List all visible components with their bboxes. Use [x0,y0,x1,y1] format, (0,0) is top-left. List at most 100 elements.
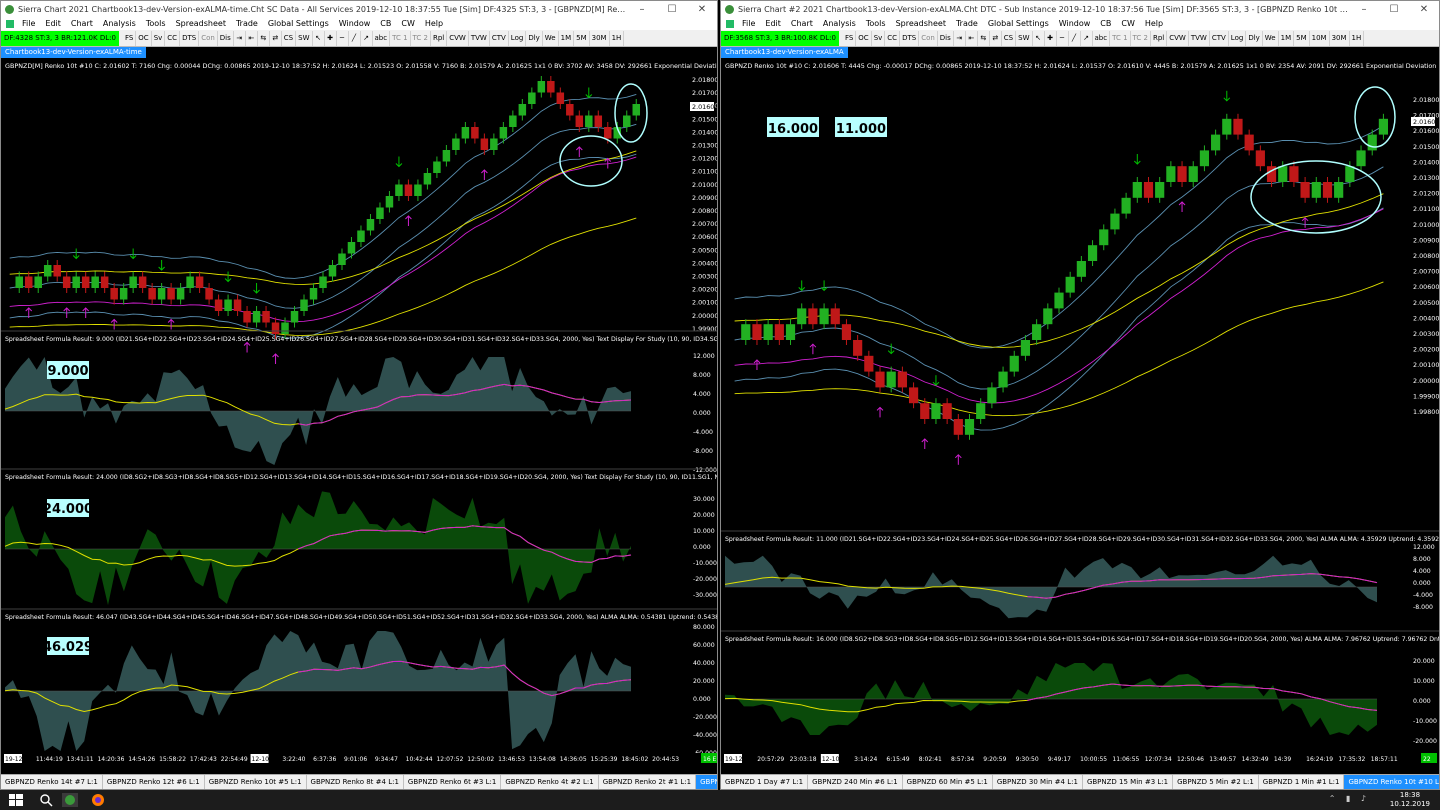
taskbar-clock[interactable]: 18:38 10.12.2019 [1390,791,1430,809]
toolbar-button-9[interactable]: ⇆ [258,30,270,46]
menu-chart[interactable]: Chart [786,19,818,28]
toolbar-button-30[interactable]: 10M [1310,30,1330,46]
menu-trade[interactable]: Trade [951,19,983,28]
close-icon[interactable]: ✕ [687,4,717,15]
windows-start-icon[interactable] [8,793,24,807]
toolbar-button-1[interactable]: OC [856,30,872,46]
toolbar-button-21[interactable]: Rpl [431,30,448,46]
firefox-icon[interactable] [90,793,106,807]
toolbar-button-1[interactable]: OC [136,30,152,46]
toolbar-button-16[interactable]: ╱ [1069,30,1081,46]
toolbar-button-0[interactable]: FS [843,30,857,46]
toolbar-button-19[interactable]: TC 1 [390,30,411,46]
toolbar-button-25[interactable]: Log [1229,30,1247,46]
chart-tab[interactable]: GBPNZD Renko 14t #7 L:1 [1,775,103,789]
menu-edit[interactable]: Edit [760,19,786,28]
close-icon[interactable]: ✕ [1409,4,1439,15]
menu-spreadsheet[interactable]: Spreadsheet [171,19,231,28]
toolbar-button-5[interactable]: Con [919,30,938,46]
menu-chart[interactable]: Chart [66,19,98,28]
chart-tab[interactable]: GBPNZD Renko 8t #4 L:1 [307,775,404,789]
toolbar-button-17[interactable]: ↗ [1081,30,1093,46]
chart-tab[interactable]: GBPNZD Renko 4t #2 L:1 [501,775,599,789]
toolbar-button-28[interactable]: 1M [1279,30,1295,46]
toolbar-button-5[interactable]: Con [199,30,218,46]
menu-help[interactable]: Help [420,19,448,28]
chart-tab[interactable]: GBPNZD 1 Day #7 L:1 [721,775,809,789]
menu-cb[interactable]: CB [375,19,396,28]
menu-help[interactable]: Help [1140,19,1168,28]
toolbar-button-3[interactable]: CC [885,30,901,46]
toolbar-button-6[interactable]: Dis [218,30,234,46]
menu-edit[interactable]: Edit [40,19,66,28]
maximize-icon[interactable]: ☐ [657,4,687,15]
chart-tab[interactable]: GBPNZD Renko 10t #10 L:1 [696,775,717,789]
toolbar-button-25[interactable]: Log [509,30,527,46]
toolbar-button-15[interactable]: ─ [1057,30,1069,46]
toolbar-button-23[interactable]: TVW [469,30,490,46]
minimize-icon[interactable]: – [1349,4,1379,15]
menu-spreadsheet[interactable]: Spreadsheet [891,19,951,28]
toolbar-button-4[interactable]: DTS [900,30,920,46]
toolbar-button-18[interactable]: abc [1093,30,1111,46]
toolbar-button-12[interactable]: SW [1016,30,1033,46]
toolbar-button-27[interactable]: We [543,30,559,46]
left-chart-canvas[interactable]: GBPNZD[M] Renko 10t #10 C: 2.01602 T: 71… [1,59,717,776]
chart-tab[interactable]: GBPNZD 5 Min #2 L:1 [1173,775,1259,789]
toolbar-button-28[interactable]: 1M [559,30,575,46]
menu-analysis[interactable]: Analysis [818,19,861,28]
chart-tab[interactable]: GBPNZD 30 Min #4 L:1 [993,775,1083,789]
toolbar-button-13[interactable]: ↖ [313,30,325,46]
minimize-icon[interactable]: – [627,4,657,15]
toolbar-button-2[interactable]: Sv [872,30,886,46]
menu-cw[interactable]: CW [1116,19,1140,28]
search-icon[interactable] [38,793,54,807]
menu-window[interactable]: Window [334,19,376,28]
menu-cw[interactable]: CW [396,19,420,28]
toolbar-button-30[interactable]: 30M [590,30,610,46]
menu-global-settings[interactable]: Global Settings [983,19,1054,28]
toolbar-button-13[interactable]: ↖ [1033,30,1045,46]
toolbar-button-9[interactable]: ⇆ [978,30,990,46]
left-title-bar[interactable]: Sierra Chart 2021 Chartbook13-dev-Versio… [1,1,717,17]
toolbar-button-12[interactable]: SW [296,30,313,46]
left-chartbook-tab[interactable]: Chartbook13-dev-Version-exALMA-time [1,47,146,58]
toolbar-button-26[interactable]: Dly [1246,30,1263,46]
toolbar-button-8[interactable]: ⇤ [246,30,258,46]
toolbar-button-15[interactable]: ─ [337,30,349,46]
toolbar-button-14[interactable]: ✚ [325,30,337,46]
toolbar-button-2[interactable]: Sv [152,30,166,46]
right-chart-canvas[interactable]: GBPNZD Renko 10t #10 C: 2.01606 T: 4445 … [721,59,1439,776]
menu-tools[interactable]: Tools [141,19,171,28]
toolbar-button-31[interactable]: 1H [610,30,625,46]
chart-tab[interactable]: GBPNZD Renko 12t #6 L:1 [103,775,205,789]
toolbar-button-10[interactable]: ⇄ [270,30,282,46]
toolbar-button-7[interactable]: ⇥ [234,30,246,46]
toolbar-button-17[interactable]: ↗ [361,30,373,46]
sierra-chart-taskbar-icon[interactable] [62,793,78,807]
toolbar-button-0[interactable]: FS [123,30,137,46]
right-chartbook-tab[interactable]: Chartbook13-dev-Version-exALMA [721,47,848,58]
toolbar-button-11[interactable]: CS [282,30,297,46]
toolbar-button-6[interactable]: Dis [938,30,954,46]
toolbar-button-18[interactable]: abc [373,30,391,46]
chart-tab[interactable]: GBPNZD 60 Min #5 L:1 [903,775,993,789]
chart-tab[interactable]: GBPNZD 15 Min #3 L:1 [1083,775,1174,789]
menu-trade[interactable]: Trade [231,19,263,28]
toolbar-button-11[interactable]: CS [1002,30,1017,46]
toolbar-button-16[interactable]: ╱ [349,30,361,46]
toolbar-button-22[interactable]: CVW [1167,30,1189,46]
toolbar-button-23[interactable]: TVW [1189,30,1210,46]
chart-tab[interactable]: GBPNZD Renko 10t #5 L:1 [205,775,307,789]
toolbar-button-32[interactable]: 1H [1350,30,1365,46]
toolbar-button-29[interactable]: 5M [1294,30,1310,46]
toolbar-button-24[interactable]: CTV [490,30,509,46]
toolbar-button-10[interactable]: ⇄ [990,30,1002,46]
toolbar-button-22[interactable]: CVW [447,30,469,46]
chart-tab[interactable]: GBPNZD 1 Min #1 L:1 [1259,775,1345,789]
toolbar-button-4[interactable]: DTS [180,30,200,46]
right-title-bar[interactable]: Sierra Chart #2 2021 Chartbook13-dev-Ver… [721,1,1439,17]
toolbar-button-20[interactable]: TC 2 [1131,30,1151,46]
chart-tab[interactable]: GBPNZD Renko 6t #3 L:1 [404,775,502,789]
menu-global-settings[interactable]: Global Settings [263,19,334,28]
